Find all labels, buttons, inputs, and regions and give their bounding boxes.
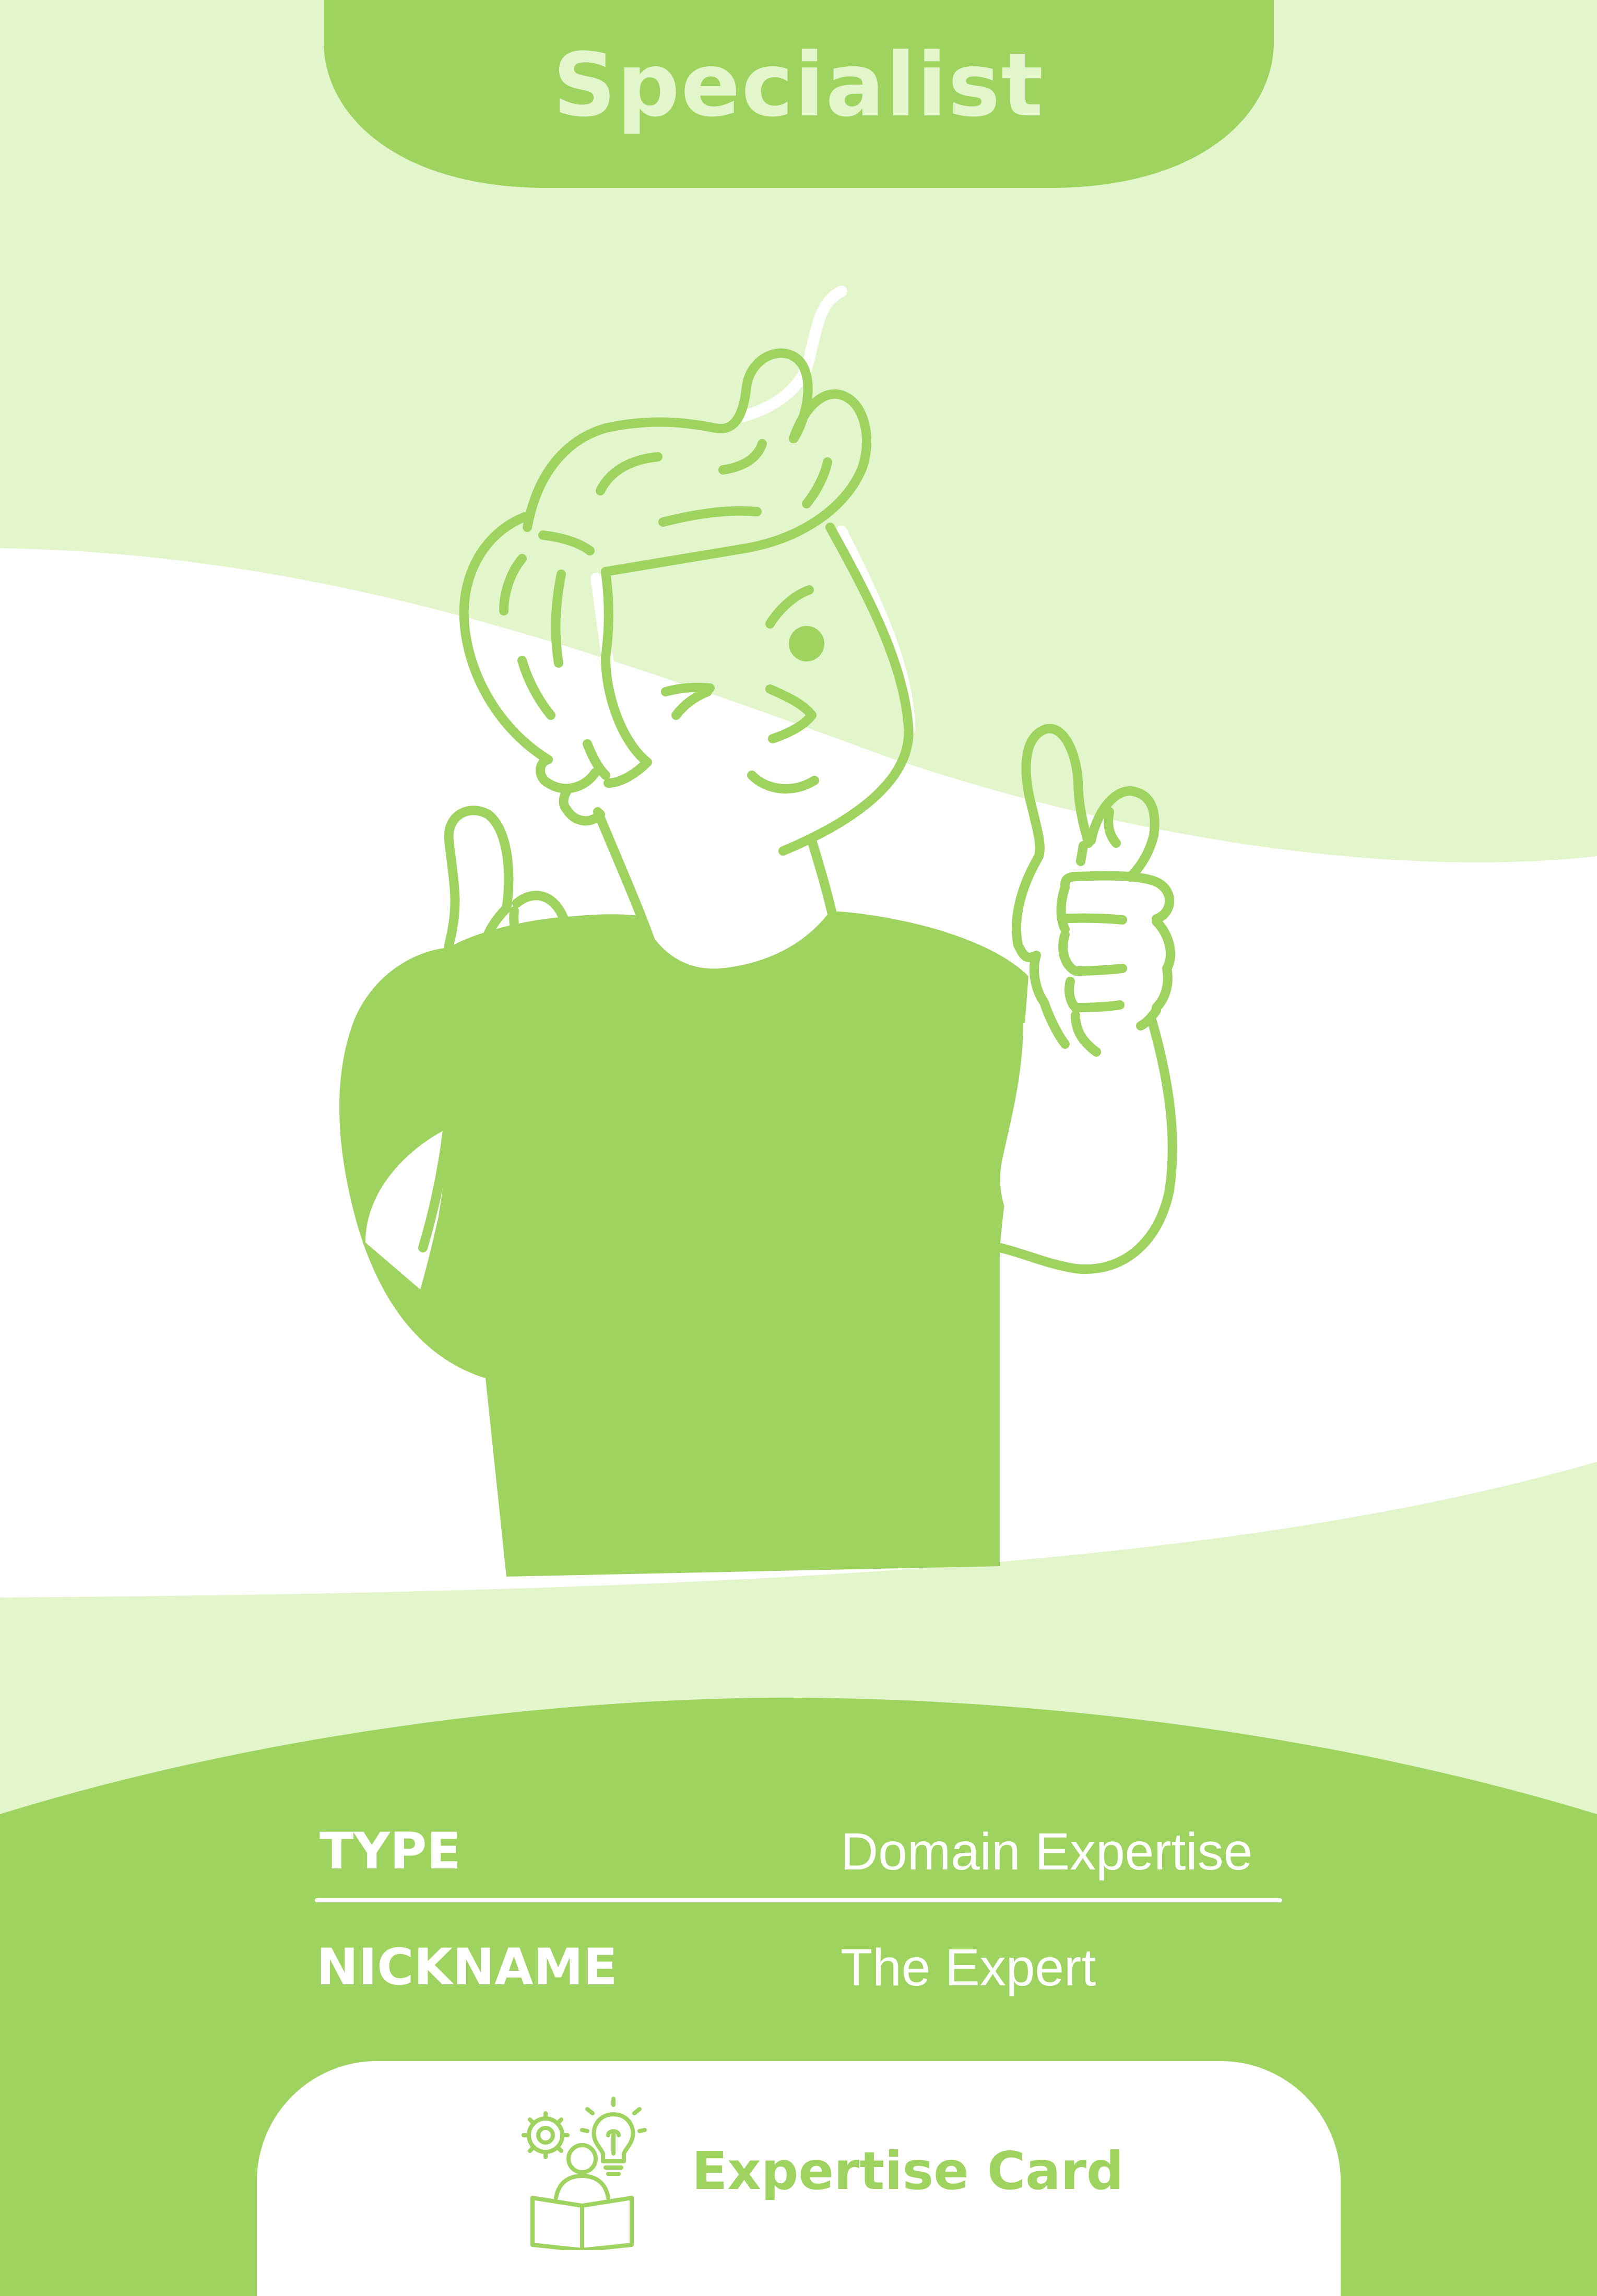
- footer-label: Expertise Card: [692, 2140, 1124, 2202]
- nickname-value: The Expert: [841, 1938, 1096, 1997]
- specialist-card: Specialist TYPE Domain Expertise NICKNAM…: [0, 0, 1597, 2296]
- type-label: TYPE: [320, 1822, 461, 1880]
- type-value: Domain Expertise: [841, 1822, 1253, 1881]
- row-divider: [315, 1898, 1282, 1902]
- nickname-label: NICKNAME: [316, 1938, 618, 1996]
- expertise-icon: [522, 2097, 647, 2250]
- card-title: Specialist: [552, 34, 1045, 136]
- person-thumbs-up-icon: [339, 286, 1177, 1577]
